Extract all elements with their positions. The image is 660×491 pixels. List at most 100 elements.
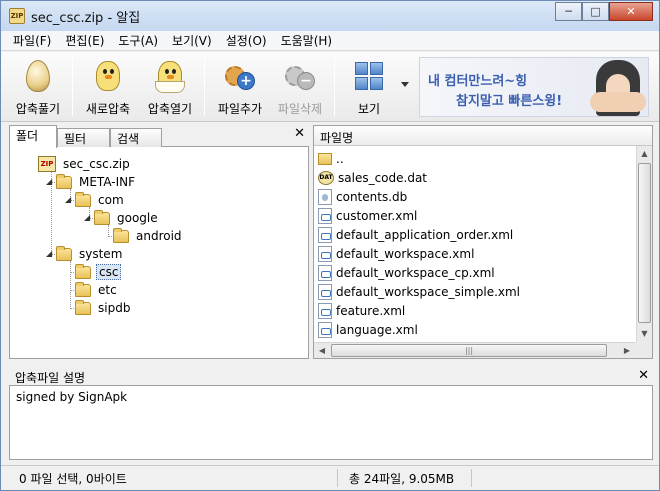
window-title: sec_csc.zip - 알집	[31, 10, 141, 26]
xml-file-icon	[318, 264, 332, 281]
close-icon[interactable]: ✕	[294, 126, 305, 141]
list-item[interactable]: contents.db	[318, 187, 407, 206]
column-header-filename[interactable]: 파일명	[314, 126, 652, 146]
db-file-icon	[318, 188, 332, 205]
scroll-left-icon[interactable]: ◀	[314, 343, 330, 359]
list-item[interactable]: ..	[318, 149, 344, 168]
app-window: ZIP sec_csc.zip - 알집 ─ □ ✕ 파일(F) 편집(E) 도…	[0, 0, 660, 491]
pane-tabs: 폴더 필터 검색 ✕	[9, 125, 309, 148]
list-item[interactable]: default_workspace_simple.xml	[318, 282, 520, 301]
horizontal-scrollbar[interactable]: ◀ ||| ▶	[314, 342, 636, 358]
selection-status: 0 파일 선택, 0바이트	[19, 472, 127, 486]
expand-icon[interactable]: ◢	[46, 250, 54, 258]
open-archive-label: 압축열기	[147, 102, 193, 116]
list-item[interactable]: DAT sales_code.dat	[318, 168, 427, 187]
open-archive-button[interactable]: 압축열기	[141, 56, 199, 118]
vertical-scrollbar[interactable]: ▲ ▼	[636, 146, 652, 342]
folder-icon	[113, 227, 129, 243]
minimize-button[interactable]: ─	[555, 2, 582, 21]
view-button[interactable]: 보기	[341, 56, 397, 118]
close-icon[interactable]: ✕	[638, 368, 649, 383]
delete-gears-icon: −	[282, 58, 318, 94]
scroll-right-icon[interactable]: ▶	[619, 343, 635, 359]
chick-shell-icon	[152, 58, 188, 94]
add-file-button[interactable]: + 파일추가	[211, 56, 269, 118]
title-bar[interactable]: ZIP sec_csc.zip - 알집 ─ □ ✕	[1, 1, 659, 31]
scroll-down-icon[interactable]: ▼	[637, 326, 652, 342]
tree-item-google[interactable]: ◢ google	[84, 209, 160, 227]
expand-icon[interactable]: ◢	[46, 178, 54, 186]
file-name: feature.xml	[336, 303, 406, 318]
menu-view[interactable]: 보기(V)	[166, 32, 218, 49]
list-item[interactable]: default_application_order.xml	[318, 225, 513, 244]
window-controls: ─ □ ✕	[555, 2, 653, 21]
tree-item-sipdb[interactable]: sipdb	[75, 299, 132, 317]
description-header: 압축파일 설명 ✕	[9, 366, 653, 386]
delete-file-button[interactable]: − 파일삭제	[271, 56, 329, 118]
banner-hands-image	[590, 92, 646, 112]
list-item[interactable]: default_workspace_cp.xml	[318, 263, 495, 282]
list-item[interactable]: feature.xml	[318, 301, 405, 320]
add-gears-icon: +	[222, 58, 258, 94]
new-archive-button[interactable]: 새로압축	[79, 56, 137, 118]
tree-item-label: google	[117, 211, 158, 225]
expand-icon[interactable]: ◢	[65, 196, 73, 204]
scroll-up-icon[interactable]: ▲	[637, 146, 652, 162]
list-item[interactable]: language.xml	[318, 320, 418, 339]
tree-item-root[interactable]: ZIP sec_csc.zip	[38, 155, 132, 173]
expand-icon[interactable]: ◢	[84, 214, 92, 222]
description-text[interactable]: signed by SignApk	[9, 386, 653, 460]
folder-up-icon	[318, 152, 332, 165]
xml-file-icon	[318, 321, 332, 338]
banner-line1: 내 컴터만느려~힝	[428, 74, 528, 89]
menu-help[interactable]: 도움말(H)	[275, 32, 339, 49]
folder-icon	[56, 245, 72, 261]
tree-item-system[interactable]: ◢ system	[46, 245, 124, 263]
tab-search[interactable]: 검색	[110, 128, 162, 147]
folder-icon	[75, 281, 91, 297]
unzip-label: 압축풀기	[15, 102, 61, 116]
tree-item-meta-inf[interactable]: ◢ META-INF	[46, 173, 137, 191]
zip-archive-icon: ZIP	[38, 156, 56, 172]
file-name: language.xml	[336, 322, 418, 337]
tab-folder[interactable]: 폴더	[9, 125, 57, 148]
horizontal-scroll-thumb[interactable]: |||	[331, 344, 607, 357]
file-list-pane: 파일명 .. DAT sales_code.dat contents.db cu…	[313, 125, 653, 359]
tree-item-label: sec_csc.zip	[63, 157, 130, 171]
vertical-scroll-thumb[interactable]	[638, 163, 651, 323]
close-button[interactable]: ✕	[609, 2, 653, 21]
tree-item-csc[interactable]: csc	[75, 263, 122, 281]
list-item[interactable]: default_workspace.xml	[318, 244, 474, 263]
xml-file-icon	[318, 207, 332, 224]
view-label: 보기	[357, 102, 381, 116]
toolbar-separator	[72, 56, 73, 116]
file-name: ..	[336, 151, 344, 166]
ad-banner[interactable]: 내 컴터만느려~힝 참지말고 빠른스윙!	[419, 57, 649, 117]
menu-tools[interactable]: 도구(A)	[112, 32, 164, 49]
file-name: default_workspace_cp.xml	[336, 265, 495, 280]
add-file-label: 파일추가	[217, 102, 263, 116]
menu-edit[interactable]: 편집(E)	[59, 32, 110, 49]
tree-item-label: sipdb	[98, 301, 131, 315]
menu-settings[interactable]: 설정(O)	[220, 32, 273, 49]
tree-item-com[interactable]: ◢ com	[65, 191, 126, 209]
toolbar-separator	[334, 56, 335, 116]
tree-item-etc[interactable]: etc	[75, 281, 119, 299]
alzip-app-icon[interactable]: ZIP	[9, 8, 25, 24]
unzip-button[interactable]: 압축풀기	[9, 56, 67, 118]
menu-file[interactable]: 파일(F)	[7, 32, 57, 49]
file-name: default_workspace_simple.xml	[336, 284, 521, 299]
maximize-button[interactable]: □	[582, 2, 609, 21]
tree-item-android[interactable]: android	[113, 227, 184, 245]
chick-icon	[90, 58, 126, 94]
tab-filter[interactable]: 필터	[57, 128, 110, 147]
list-item[interactable]: customer.xml	[318, 206, 417, 225]
view-dropdown-icon[interactable]	[401, 82, 409, 87]
file-name: sales_code.dat	[338, 170, 428, 185]
tree-item-label: META-INF	[79, 175, 136, 189]
toolbar-separator	[204, 56, 205, 116]
delete-file-label: 파일삭제	[277, 102, 323, 116]
file-name: contents.db	[336, 189, 408, 204]
egg-icon	[20, 58, 56, 94]
xml-file-icon	[318, 245, 332, 262]
